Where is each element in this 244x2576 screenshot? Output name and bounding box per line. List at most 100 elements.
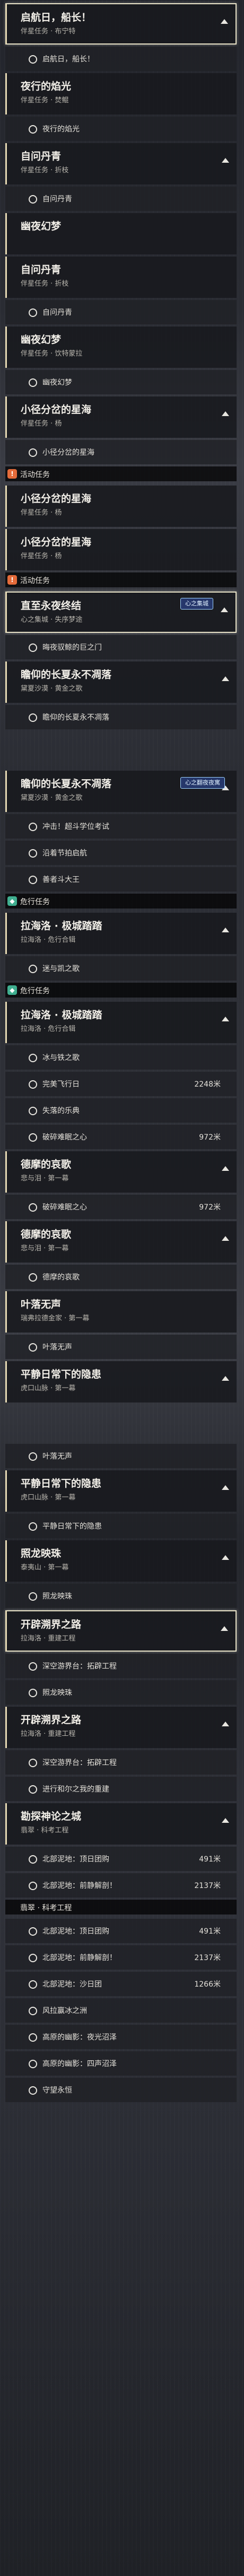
step-distance: 2137米 [194, 1954, 221, 1962]
collapse-arrow-icon[interactable] [222, 676, 229, 681]
region-badge[interactable]: 心之翻夜夜寓 [180, 777, 225, 789]
quest-step[interactable]: 自问丹青 [5, 300, 237, 324]
quest-step[interactable]: 善者斗大王 [5, 867, 237, 892]
collapse-arrow-icon[interactable] [222, 1818, 229, 1823]
collapse-arrow-icon[interactable] [222, 1236, 229, 1241]
quest-step[interactable]: 风拉赢冰之洲 [5, 1998, 237, 2023]
quest-card[interactable]: 小径分岔的星海 伴星任务 · 杨 [5, 486, 237, 527]
quest-card[interactable]: 自问丹青 伴星任务 · 折枝 [5, 257, 237, 298]
quest-step[interactable]: 照龙映珠 [5, 1680, 237, 1705]
step-circle-icon [29, 1522, 37, 1531]
quest-step[interactable]: 叶落无声 [5, 1335, 237, 1359]
collapse-arrow-icon[interactable] [222, 1722, 229, 1726]
collapse-arrow-icon[interactable] [221, 607, 228, 612]
quest-step[interactable]: 深空游界台：拓辟工程 [5, 1654, 237, 1678]
quest-step[interactable]: 冰与铁之歌 [5, 1045, 237, 1070]
quest-step[interactable]: 沿着节拍启航 [5, 841, 237, 865]
quest-card[interactable]: 德摩的哀歌 悲与泪 · 第一幕 [5, 1151, 237, 1193]
quest-card[interactable]: 启航日，船长！ 伴星任务 · 布宁特 [5, 3, 237, 45]
quest-title: 小径分岔的星海 [21, 493, 92, 505]
quest-card[interactable]: 开辟溯界之路 拉海洛 · 重建工程 [5, 1610, 237, 1652]
quest-step[interactable]: 高原的幽影：四声沼泽 [5, 2051, 237, 2076]
step-circle-icon [29, 1080, 37, 1089]
quest-card[interactable]: 平静日常下的隐患 虎口山脉 · 第一幕 [5, 1470, 237, 1512]
quest-card[interactable]: 平静日常下的隐患 虎口山脉 · 第一幕 [5, 1361, 237, 1402]
step-circle-icon [29, 1954, 37, 1962]
quest-step[interactable]: 启航日，船长！ [5, 47, 237, 71]
step-circle-icon [29, 1785, 37, 1794]
quest-step[interactable]: 北部泥地：顶日团购 491米 [5, 1919, 237, 1943]
quest-card[interactable]: 幽夜幻梦 [5, 213, 237, 254]
quest-card[interactable]: 拉海洛 · 极城踏踏 拉海洛 · 危行合辑 [5, 1002, 237, 1043]
quest-step[interactable]: 叶落无声 [5, 1444, 237, 1468]
quest-step[interactable]: 破碎难眠之心 972米 [5, 1195, 237, 1219]
collapse-arrow-icon[interactable] [222, 1166, 229, 1171]
quest-step[interactable]: 自问丹青 [5, 187, 237, 211]
quest-card[interactable]: 拉海洛 · 极城踏踏 拉海洛 · 危行合辑 [5, 913, 237, 954]
quest-step[interactable]: 照龙映珠 [5, 1584, 237, 1608]
step-circle-icon [29, 2033, 37, 2042]
quest-step[interactable]: 幽夜幻梦 [5, 370, 237, 394]
quest-step[interactable]: 进行和尔之我的重建 [5, 1777, 237, 1801]
collapse-arrow-icon[interactable] [222, 411, 229, 416]
quest-subtitle: 黛夏沙漠 · 黄金之歌 [21, 685, 83, 693]
collapse-arrow-icon[interactable] [221, 19, 228, 24]
quest-subtitle: 伴星任务 · 焚鲲 [21, 96, 69, 104]
quest-step[interactable]: 德摩的哀歌 [5, 1265, 237, 1289]
section-tag-icon [7, 1902, 17, 1912]
section-tag-icon: ! [7, 575, 17, 585]
step-circle-icon [29, 448, 37, 457]
quest-step[interactable]: 高原的幽影：夜光沼泽 [5, 2025, 237, 2049]
collapse-arrow-icon[interactable] [222, 158, 229, 163]
quest-step[interactable]: 深空游界台：拓辟工程 [5, 1750, 237, 1775]
quest-subtitle: 伴星任务 · 杨 [21, 552, 62, 560]
quest-title: 小径分岔的星海 [21, 536, 92, 548]
quest-card[interactable]: 德摩的哀歌 悲与泪 · 第一幕 [5, 1221, 237, 1263]
collapse-arrow-icon[interactable] [221, 1626, 228, 1631]
quest-title: 叶落无声 [21, 1299, 62, 1310]
quest-card[interactable]: 小径分岔的星海 伴星任务 · 杨 [5, 396, 237, 438]
quest-card[interactable]: 小径分岔的星海伴星任务 · 杨 [5, 529, 237, 570]
quest-step[interactable]: 晦夜驭鲸的巨之门 [5, 635, 237, 659]
quest-step[interactable]: 北部泥地：沙日团 1266米 [5, 1972, 237, 1996]
quest-step[interactable]: 平静日常下的隐患 [5, 1514, 237, 1538]
step-label: 北部泥地：沙日团 [42, 1980, 102, 1989]
quest-card[interactable]: 瞻仰的长夏永不凋落 黛夏沙漠 · 黄金之歌 [5, 661, 237, 703]
collapse-arrow-icon[interactable] [222, 1376, 229, 1381]
collapse-arrow-icon[interactable] [222, 928, 229, 932]
step-circle-icon [29, 378, 37, 387]
collapse-arrow-icon[interactable] [222, 1017, 229, 1021]
quest-subtitle: 虎口山脉 · 第一幕 [21, 1494, 76, 1502]
collapse-arrow-icon[interactable] [222, 1485, 229, 1490]
step-distance: 972米 [199, 1133, 221, 1142]
quest-step[interactable]: 北部泥地：前静解剖！ 2137米 [5, 1945, 237, 1970]
quest-card[interactable]: 叶落无声 瑞弗拉德金家 · 第一幕 [5, 1291, 237, 1333]
step-label: 高原的幽影：四声沼泽 [42, 2060, 117, 2068]
quest-step[interactable]: 完美飞行日 2248米 [5, 1072, 237, 1096]
quest-title: 平静日常下的隐患 [21, 1478, 102, 1489]
quest-card[interactable]: 照龙映珠 泰夷山 · 第一幕 [5, 1540, 237, 1582]
quest-step[interactable]: 守望永恒 [5, 2078, 237, 2102]
quest-card[interactable]: 开辟溯界之路 拉海洛 · 重建工程 [5, 1707, 237, 1748]
quest-step[interactable]: 小径分岔的星海 [5, 440, 237, 464]
quest-card[interactable]: 夜行的焰光 伴星任务 · 焚鲲 [5, 73, 237, 114]
quest-step[interactable]: 冲击！超斗学位考试 [5, 814, 237, 839]
collapse-arrow-icon[interactable] [222, 1555, 229, 1560]
quest-step[interactable]: 北部泥地：前静解剖！ 2137米 [5, 1873, 237, 1898]
quest-step[interactable]: 失落的乐典 [5, 1098, 237, 1123]
quest-subtitle: 拉海洛 · 重建工程 [21, 1730, 76, 1738]
quest-subtitle: 伴星任务 · 折枝 [21, 280, 69, 288]
quest-step[interactable]: 破碎难眠之心 972米 [5, 1125, 237, 1149]
quest-step[interactable]: 迷与凯之歌 [5, 956, 237, 981]
quest-card[interactable]: 勘探神论之城 翡翠 · 科考工程 [5, 1803, 237, 1845]
quest-title: 直至永夜终结 [21, 600, 82, 612]
step-distance: 972米 [199, 1203, 221, 1212]
quest-step[interactable]: 北部泥地：顶日团购 491米 [5, 1847, 237, 1871]
section-tag-icon: ◆ [7, 896, 17, 906]
quest-card[interactable]: 自问丹青 伴星任务 · 折枝 [5, 143, 237, 184]
region-badge[interactable]: 心之集城 [180, 598, 213, 610]
quest-step[interactable]: 瞻仰的长夏永不凋落 [5, 705, 237, 729]
quest-card[interactable]: 幽夜幻梦 伴星任务 · 饮特蒙拉 [5, 327, 237, 368]
step-label: 叶落无声 [42, 1452, 72, 1461]
quest-step[interactable]: 夜行的焰光 [5, 117, 237, 141]
